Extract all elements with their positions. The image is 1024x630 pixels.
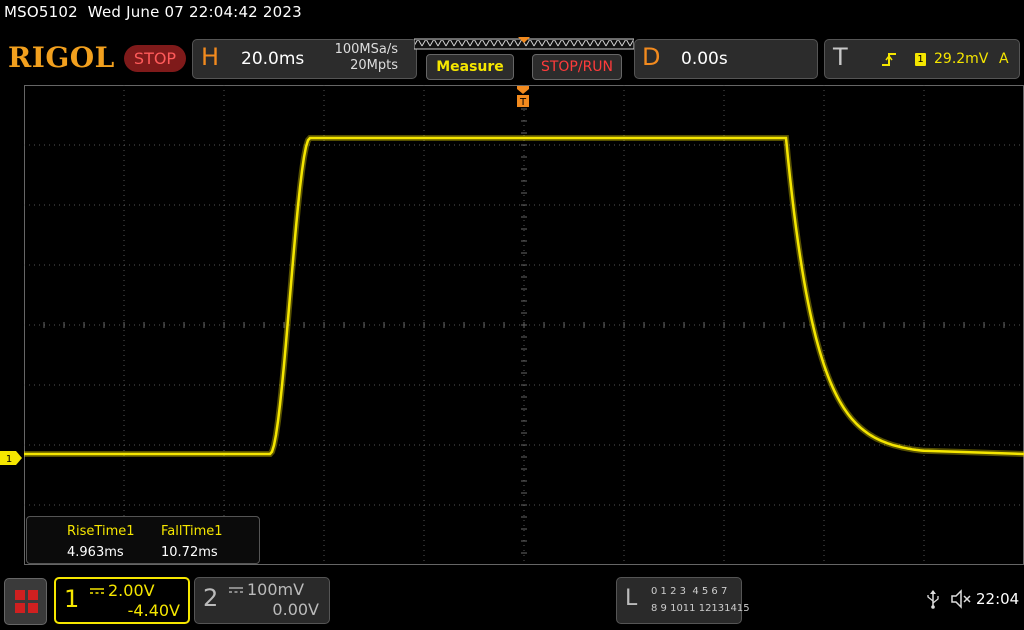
trigger-letter: T xyxy=(833,43,848,71)
digital-channels-row-1: 0 1 2 3 4 5 6 7 xyxy=(651,586,728,597)
status-line: MSO5102 Wed June 07 22:04:42 2023 xyxy=(4,3,302,21)
channel-scale: 2.00V xyxy=(108,581,155,600)
digital-channels-row-2: 8 9 1011 12131415 xyxy=(651,603,750,614)
graticule xyxy=(24,85,1024,565)
trigger-rising-edge-icon xyxy=(882,53,896,66)
svg-text:1: 1 xyxy=(6,454,12,465)
horizontal-panel[interactable]: H 20.0ms 100MSa/s 20Mpts xyxy=(192,39,417,79)
trigger-mode: A xyxy=(999,51,1009,67)
trigger-position-icon[interactable]: T xyxy=(515,86,531,110)
channel-number: 2 xyxy=(203,584,219,612)
channel-1-panel[interactable]: 1 2.00V -4.40V xyxy=(54,577,190,624)
measurement-label: RiseTime1 xyxy=(67,524,135,539)
stop-run-button[interactable]: STOP/RUN xyxy=(532,54,622,80)
waveform-display[interactable] xyxy=(24,85,1024,565)
run-state-badge[interactable]: STOP xyxy=(124,45,186,72)
sound-muted-icon[interactable] xyxy=(950,589,972,609)
brand-logo: RIGOL xyxy=(8,41,115,74)
date-time: Wed June 07 22:04:42 2023 xyxy=(87,3,302,21)
memory-position-bar xyxy=(414,37,634,50)
menu-icon xyxy=(15,590,38,613)
model-name: MSO5102 xyxy=(4,3,78,21)
sample-rate: 100MSa/s xyxy=(334,42,398,57)
clock: 22:04 xyxy=(976,590,1020,608)
measurement-value: 10.72ms xyxy=(161,545,218,560)
measurement-label: FallTime1 xyxy=(161,524,223,539)
channel-2-panel[interactable]: 2 100mV 0.00V xyxy=(194,577,330,624)
measure-button[interactable]: Measure xyxy=(426,54,514,80)
horizontal-letter: H xyxy=(201,43,220,71)
acquisition-info: 100MSa/s 20Mpts xyxy=(335,42,398,74)
trigger-level: 29.2mV xyxy=(934,51,989,67)
logic-analyzer-letter: L xyxy=(625,586,638,611)
trigger-panel[interactable]: T 1 29.2mV A xyxy=(824,39,1020,79)
dc-coupling-icon xyxy=(90,588,104,594)
channel-offset: -4.40V xyxy=(127,601,180,620)
channel-scale: 100mV xyxy=(247,580,305,599)
memory-depth: 20Mpts xyxy=(350,58,398,73)
delay-letter: D xyxy=(642,43,661,71)
time-scale: 20.0ms xyxy=(241,49,305,69)
delay-panel[interactable]: D 0.00s xyxy=(634,39,818,79)
svg-text:T: T xyxy=(519,97,527,108)
dc-coupling-icon xyxy=(229,587,243,593)
channel-1-marker-icon[interactable]: 1 xyxy=(0,451,22,465)
menu-button[interactable] xyxy=(4,578,47,625)
measurement-box[interactable]: RiseTime1 4.963ms FallTime1 10.72ms xyxy=(26,516,260,564)
measurement-value: 4.963ms xyxy=(67,545,124,560)
channel-number: 1 xyxy=(64,585,80,613)
channel-offset: 0.00V xyxy=(272,600,319,619)
trigger-source: 1 xyxy=(915,53,926,66)
logic-analyzer-panel[interactable]: L 0 1 2 3 4 5 6 7 8 9 1011 12131415 xyxy=(616,577,750,624)
usb-icon xyxy=(927,590,939,609)
delay-value: 0.00s xyxy=(681,49,728,69)
